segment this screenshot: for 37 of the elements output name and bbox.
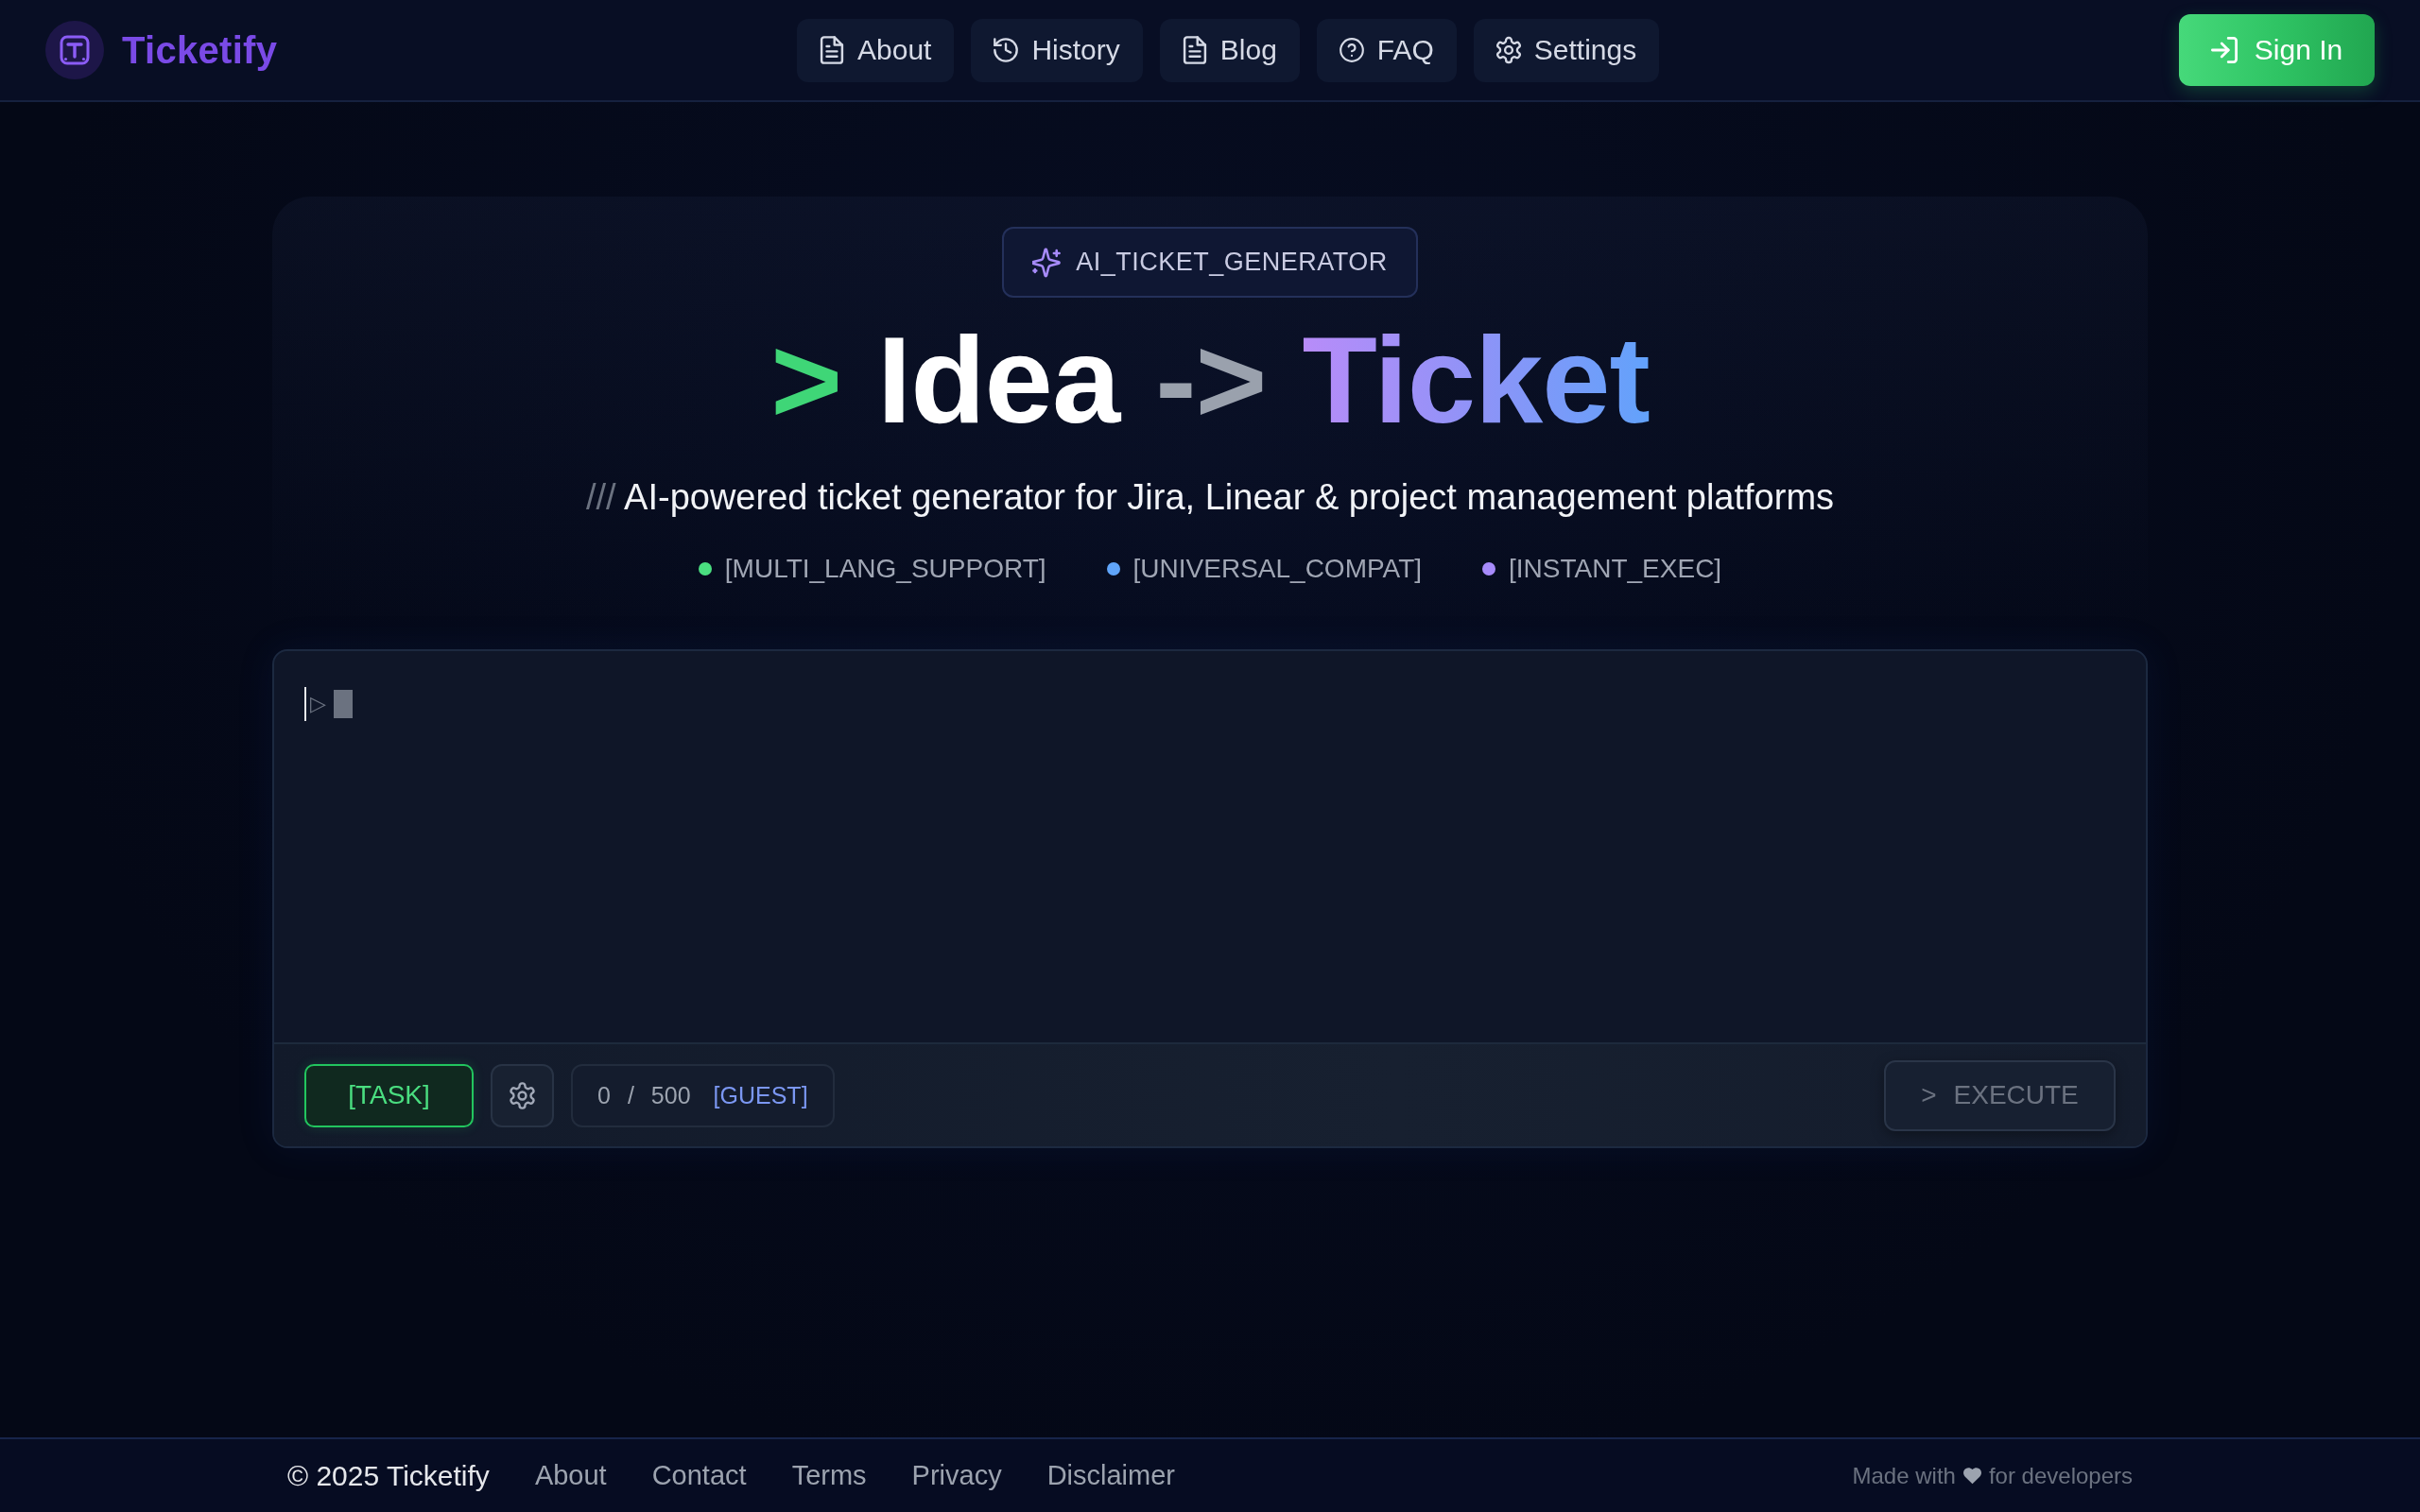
logo-text[interactable]: Ticketify bbox=[122, 28, 278, 72]
settings-button[interactable] bbox=[491, 1063, 554, 1127]
copyright-text: © 2025 Ticketify bbox=[287, 1459, 490, 1492]
footer-link[interactable]: Privacy bbox=[911, 1460, 1002, 1491]
nav-link[interactable]: History bbox=[971, 18, 1143, 82]
footer-link[interactable]: Terms bbox=[791, 1460, 867, 1491]
credit-text: Made with bbox=[1852, 1462, 1956, 1489]
logo-icon[interactable] bbox=[45, 21, 104, 79]
footer-link[interactable]: Contact bbox=[651, 1460, 747, 1491]
sparkle-icon bbox=[1032, 247, 1062, 278]
settings-icon bbox=[510, 1081, 535, 1109]
footer-link[interactable]: Disclaimer bbox=[1046, 1460, 1175, 1491]
feature-label: [INSTANT_EXEC] bbox=[1509, 553, 1722, 585]
document-icon bbox=[820, 36, 844, 64]
document-icon bbox=[1182, 36, 1207, 64]
footer-link[interactable]: About bbox=[534, 1460, 607, 1491]
feature-label: [MULTI_LANG_SUPPORT] bbox=[724, 553, 1046, 585]
nav-link[interactable]: About bbox=[797, 18, 955, 82]
task-mode-button[interactable]: [TASK] bbox=[304, 1063, 474, 1127]
nav-link[interactable]: Settings bbox=[1473, 18, 1660, 82]
settings-icon bbox=[1495, 36, 1521, 64]
badge-text: AI_TICKET_GENERATOR bbox=[1076, 248, 1388, 277]
hero-subtitle: /// AI-powered ticket generator for Jira, Linear & project management platforms bbox=[585, 476, 1835, 519]
nav-link[interactable]: FAQ bbox=[1316, 18, 1457, 82]
history-icon bbox=[994, 36, 1019, 64]
hero-title: > Idea -> Ticket bbox=[770, 309, 1650, 451]
prompt-field[interactable]: ▷ bbox=[274, 651, 2146, 1042]
tier-label: [GUEST] bbox=[713, 1081, 808, 1109]
character-count: 0 / 500 bbox=[597, 1081, 691, 1109]
text-caret-icon bbox=[304, 687, 306, 721]
nav-link[interactable]: Blog bbox=[1159, 18, 1300, 82]
credit-text: for developers bbox=[1988, 1462, 2133, 1489]
heart-icon bbox=[1962, 1467, 1981, 1485]
help-icon bbox=[1339, 36, 1364, 64]
block-cursor-icon bbox=[333, 690, 353, 718]
sign-in-icon bbox=[2210, 37, 2238, 63]
feature-label: [UNIVERSAL_COMPAT] bbox=[1132, 553, 1423, 585]
